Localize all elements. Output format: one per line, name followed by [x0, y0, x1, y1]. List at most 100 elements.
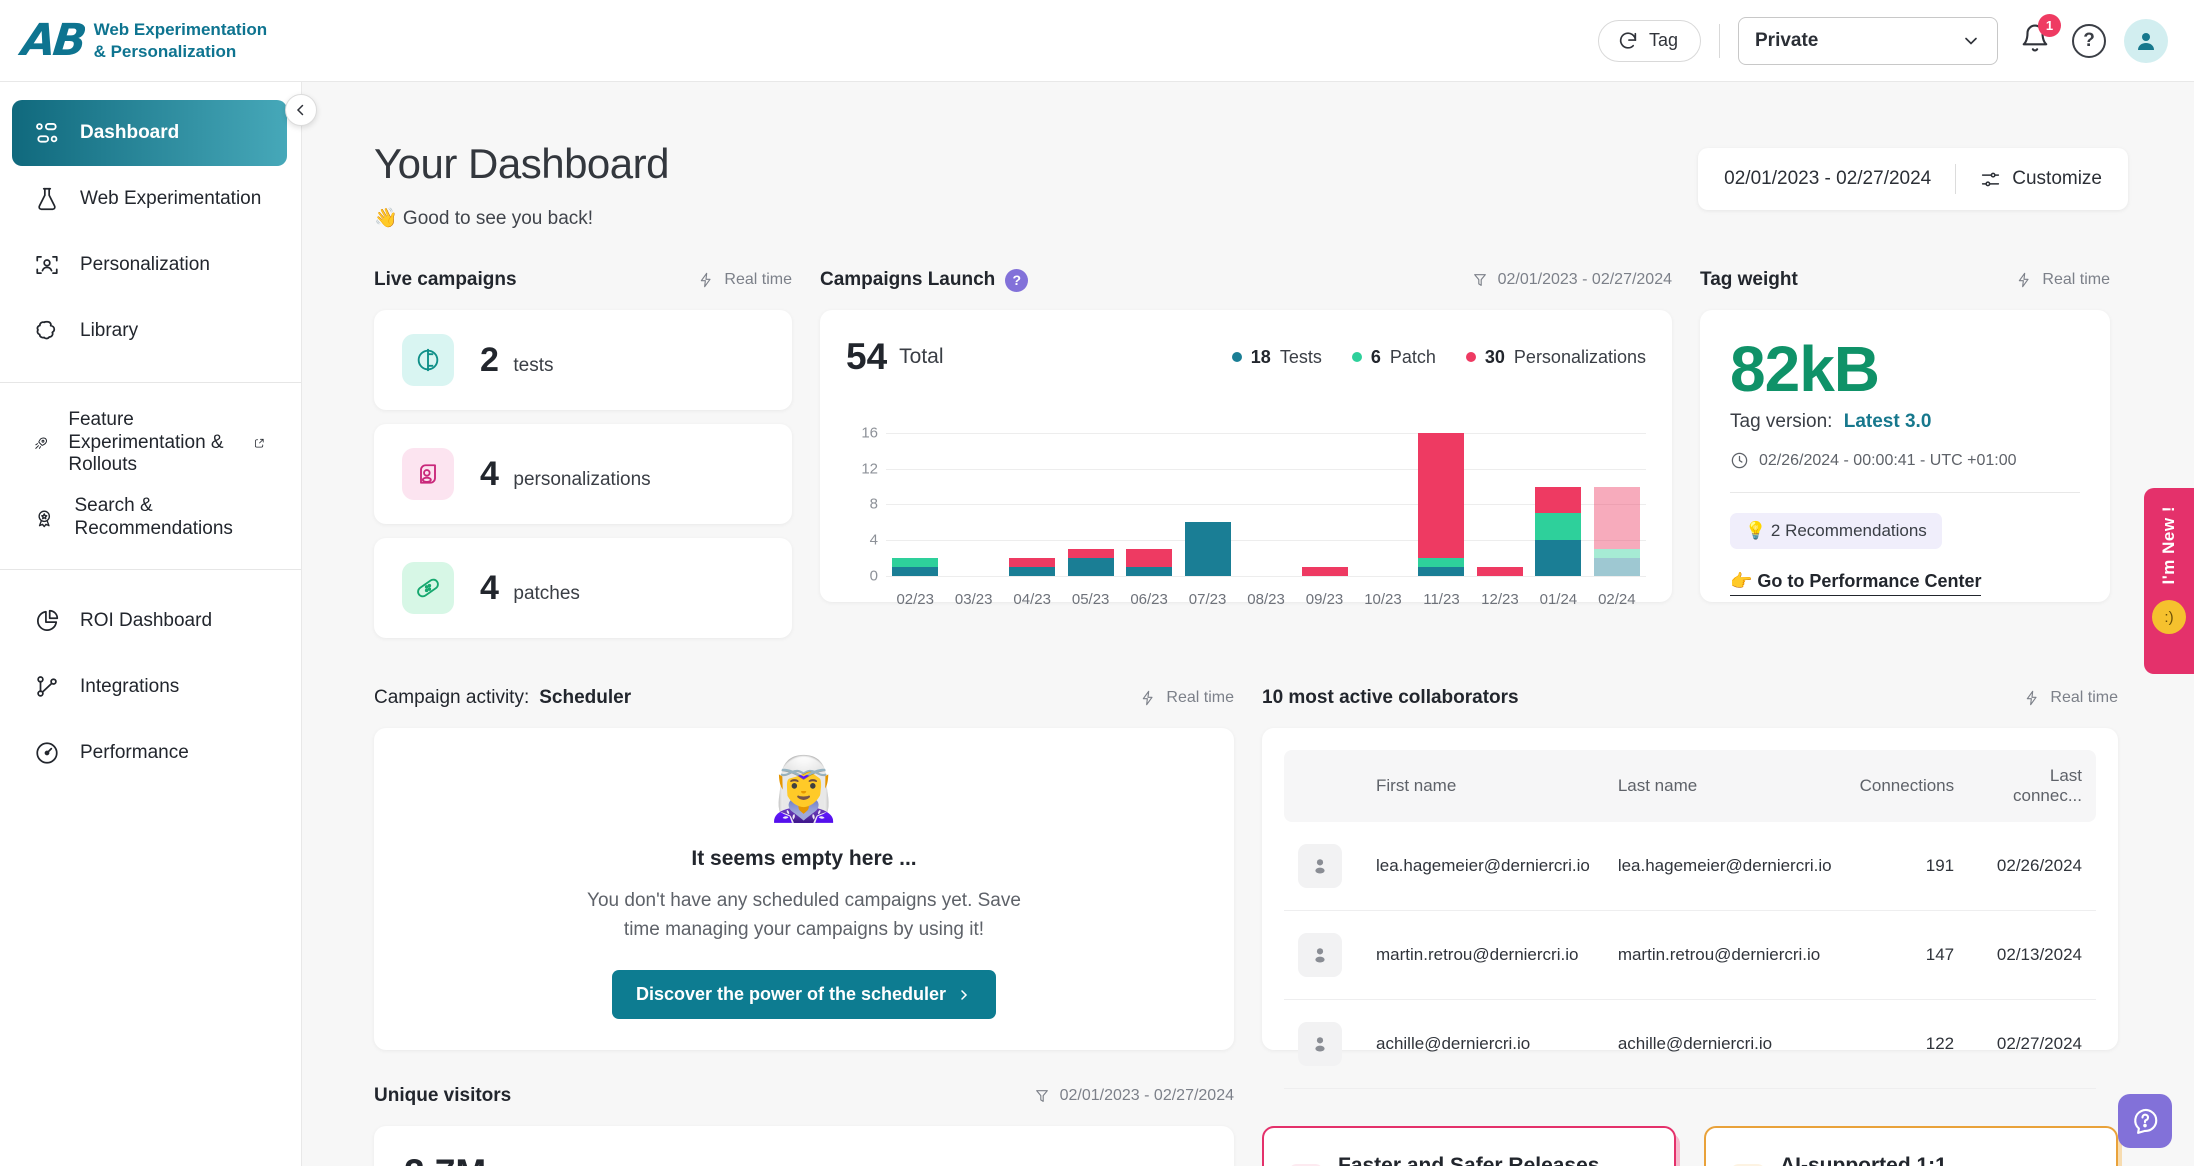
sidebar-item-personalization[interactable]: Personalization — [12, 232, 287, 298]
chart-total-label: Total — [899, 345, 944, 368]
live-label: personalizations — [513, 468, 651, 490]
sidebar-item-web-experimentation[interactable]: Web Experimentation — [12, 166, 287, 232]
help-chat-button[interactable] — [2118, 1094, 2172, 1148]
person-icon — [1315, 948, 1325, 963]
sidebar-item-dashboard[interactable]: Dashboard — [12, 100, 287, 166]
workspace-select[interactable]: Private — [1738, 16, 1998, 65]
chart-bar-segment — [1535, 486, 1582, 514]
sidebar-item-performance[interactable]: Performance — [12, 720, 287, 786]
promo-card-experimentation[interactable]: Faster and Safer Releases through Experi… — [1262, 1126, 1676, 1166]
chart-bar-stack — [1243, 424, 1289, 576]
column-connections[interactable]: Connections — [1846, 750, 1969, 822]
im-new-tab[interactable]: I'm New ! :) — [2144, 488, 2194, 674]
chart-x-tick: 07/23 — [1188, 591, 1227, 608]
go-to-performance-center-link[interactable]: 👉 Go to Performance Center — [1730, 571, 1982, 597]
tag-version-value[interactable]: Latest 3.0 — [1844, 411, 1932, 432]
campaign-activity-header: Campaign activity: Scheduler Real time — [374, 678, 1234, 718]
sidebar-item-integrations[interactable]: Integrations — [12, 654, 287, 720]
chart-y-tick: 8 — [869, 495, 878, 513]
chart-bar-column[interactable] — [1237, 424, 1295, 576]
promo-card-ai-personalization[interactable]: AI-supported 1:1 personalization in e-co… — [1704, 1126, 2118, 1166]
live-card-tests[interactable]: 2 tests — [374, 310, 792, 410]
tag-recommendations-chip[interactable]: 💡 2 Recommendations — [1730, 513, 1942, 550]
chart-bar-segment — [892, 567, 939, 576]
chart-bar-segment — [1593, 486, 1640, 550]
logo-line-1: Web Experimentation — [93, 20, 268, 40]
chart-x-tick: 12/23 — [1481, 591, 1519, 608]
chart-y-tick: 12 — [861, 460, 878, 478]
realtime-label: Real time — [1166, 689, 1234, 706]
chart-x-axis: 02/23 03/23 04/23 05/23 06/23 07/23 08/23 09/23… — [886, 591, 1646, 608]
discover-scheduler-button[interactable]: Discover the power of the scheduler — [611, 970, 997, 1019]
personalization-icon — [402, 448, 454, 500]
avatar — [1298, 1022, 1342, 1066]
chart-bar-segment — [1535, 513, 1582, 541]
sidebar-item-label: Integrations — [80, 675, 180, 697]
chart-bar-column[interactable] — [1529, 424, 1587, 576]
chart-bar-column[interactable] — [1354, 424, 1412, 576]
tag-refresh-button[interactable]: Tag — [1597, 19, 1701, 62]
chart-bar-column[interactable] — [1412, 424, 1470, 576]
ab-test-icon — [402, 334, 454, 386]
legend-item-patch[interactable]: 6 Patch — [1351, 346, 1436, 368]
user-avatar[interactable] — [2124, 18, 2168, 63]
chart-bar-column[interactable] — [1588, 424, 1646, 576]
chart-bar-column[interactable] — [1120, 424, 1178, 576]
date-range-picker[interactable]: 02/01/2023 - 02/27/2024 — [1724, 168, 1931, 190]
legend-item-personalizations[interactable]: 30 Personalizations — [1465, 347, 1646, 368]
legend-item-tests[interactable]: 18 Tests — [1231, 347, 1322, 368]
table-row[interactable]: achille@derniercri.io achille@derniercri.… — [1284, 999, 2096, 1089]
tag-button-label: Tag — [1648, 30, 1678, 50]
chart-x-tick: 06/23 — [1130, 591, 1168, 608]
column-last-connection[interactable]: Last connec... — [1968, 750, 2096, 822]
chart-bar-column[interactable] — [886, 424, 944, 576]
row-last-name: martin.retrou@derniercri.io — [1603, 910, 1846, 1000]
workspace-value: Private — [1755, 29, 1819, 51]
unique-visitors-card: 2.7M Total 2.7M All 2.6M Tested — [374, 1126, 1234, 1166]
chart-x-tick: 11/23 — [1423, 591, 1460, 608]
sidebar-item-library[interactable]: Library — [12, 298, 287, 364]
promo-title: Faster and Safer Releases through Experi… — [1338, 1154, 1600, 1166]
chart-bar-column[interactable] — [944, 424, 1002, 576]
customize-button[interactable]: Customize — [1980, 168, 2102, 190]
realtime-indicator: Real time — [1140, 689, 1234, 707]
person-icon — [1315, 859, 1325, 874]
collaborators-table-card: First name Last name Connections Last co… — [1262, 728, 2118, 1089]
chart-bar-column[interactable] — [1178, 424, 1236, 576]
main-content: Your Dashboard 👋 Good to see you back! 0… — [302, 82, 2194, 1166]
app-logo[interactable]: AB Web Experimentation & Personalization — [19, 15, 268, 66]
chart-bar-stack — [1535, 424, 1582, 576]
chart-bar-stack — [1593, 424, 1640, 576]
table-row[interactable]: martin.retrou@derniercri.io martin.retrou… — [1284, 910, 2096, 1000]
chart-x-tick: 01/24 — [1539, 591, 1578, 608]
unique-visitors-header: Unique visitors 02/01/2023 - 02/27/2024 — [374, 1076, 1234, 1116]
column-last-name[interactable]: Last name — [1604, 750, 1846, 822]
legend-name: Patch — [1389, 346, 1436, 367]
help-button[interactable]: ? — [2072, 23, 2106, 58]
chart-bar-column[interactable] — [1061, 424, 1119, 576]
campaigns-launch-help-icon[interactable]: ? — [1005, 268, 1029, 292]
gauge-icon — [36, 742, 58, 764]
chart-bar-stack — [951, 424, 997, 576]
chart-bar-column[interactable] — [1471, 424, 1529, 576]
live-card-value-block: 4 personalizations — [480, 455, 651, 494]
live-card-personalizations[interactable]: 4 personalizations — [374, 424, 792, 524]
row-last-connection: 02/27/2024 — [1968, 999, 2096, 1089]
live-card-patches[interactable]: 4 patches — [374, 538, 792, 638]
row-avatar — [1284, 999, 1362, 1089]
lightning-icon — [1143, 690, 1153, 706]
empty-state-illustration: 🧝‍♀️ — [765, 755, 843, 824]
nodes-icon — [37, 676, 57, 697]
chart-bar-column[interactable] — [1295, 424, 1353, 576]
sidebar-collapse-button[interactable] — [285, 94, 317, 126]
collaborators-title: 10 most active collaborators — [1262, 687, 1519, 708]
customize-label: Customize — [2012, 168, 2102, 189]
table-row[interactable]: lea.hagemeier@derniercri.io lea.hagemeier… — [1284, 822, 2096, 911]
sidebar-item-search-recommendations[interactable]: Search & Recommendations — [12, 485, 287, 551]
sidebar-item-roi-dashboard[interactable]: ROI Dashboard — [12, 588, 287, 654]
chart-bar-stack — [1067, 424, 1114, 576]
sidebar-item-feature-experimentation[interactable]: Feature Experimentation & Rollouts — [12, 401, 287, 485]
notifications-button[interactable]: 1 — [2016, 14, 2061, 62]
column-first-name[interactable]: First name — [1362, 750, 1604, 822]
chart-bar-column[interactable] — [1003, 424, 1061, 576]
